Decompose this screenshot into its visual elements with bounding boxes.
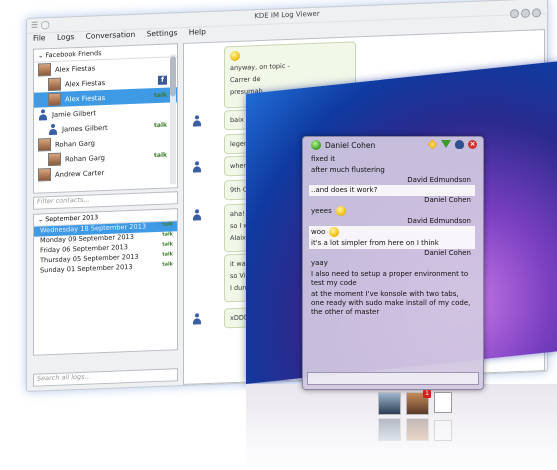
filter-contacts-input[interactable]: Filter contacts... [33,191,178,210]
message-text: ..and does it work? [311,186,378,194]
chat-message: after much flustering [309,165,475,176]
menu-logs[interactable]: Logs [57,32,74,42]
taskbar-avatar[interactable]: 1 [406,390,431,415]
message-sender: Daniel Cohen [424,196,471,204]
contact-scrollbar[interactable] [170,54,176,185]
contact-list: ⌄ Facebook Friends Alex Fiestas Alex Fies… [33,43,178,194]
gtalk-icon: talk [154,121,167,130]
message-text: woo [311,228,326,236]
chat-message: yaay [309,258,475,269]
date-list: ⌄ September 2013 Wednesday 18 September … [33,208,178,356]
facebook-icon: f [158,75,167,85]
chat-message: I also need to setup a proper environmen… [309,269,475,289]
chat-header[interactable]: Daniel Cohen × [303,137,483,153]
chat-header-buttons: × [427,139,477,150]
avatar [38,63,51,77]
message-text: yaay [311,259,328,267]
avatar [48,92,61,107]
menu-help[interactable]: Help [189,27,206,37]
taskbar-avatar[interactable] [378,392,401,415]
person-icon [49,124,57,135]
star-icon[interactable] [427,139,438,150]
gtalk-icon: talk [162,241,173,248]
contact-icon [193,115,201,126]
document-icon[interactable] [434,392,452,413]
chat-message: yeees [309,205,475,217]
gtalk-icon: talk [162,221,173,228]
contact-name: Jamie Gilbert [52,108,97,119]
message-text: anyway, on topic - [230,61,290,73]
minimize-icon[interactable] [521,8,530,18]
contact-icon [193,209,201,220]
contact-icon [193,161,201,172]
taskbar: 1 [378,390,452,415]
docker-icon[interactable] [455,140,464,149]
gtalk-icon: talk [162,231,173,238]
message-text: at the moment I've konsole with two tabs… [311,290,471,316]
chat-contact-name: Daniel Cohen [325,141,376,150]
online-status-icon [311,140,321,150]
message-sender: David Edmundson [407,176,471,184]
avatar [38,168,51,182]
contact-name: Alex Fiestas [55,63,96,74]
menu-conversation[interactable]: Conversation [86,30,136,41]
contact-name: Rohan Garg [65,153,105,164]
chat-message: it's a lot simpler from here on I think [309,238,475,249]
chat-message: fixed it [309,154,475,165]
chat-messages: fixed it after much flustering David Edmun… [309,154,475,364]
message-text: after much flustering [311,166,385,174]
close-icon[interactable] [532,8,541,18]
message-text: fixed it [311,155,336,163]
menu-file[interactable]: File [33,33,46,42]
avatar [38,138,51,152]
contact-icon [193,313,201,324]
message-text: it's a lot simpler from here on I think [311,239,439,247]
dropdown-arrow-icon[interactable] [441,140,451,148]
gtalk-icon: talk [162,251,173,258]
chat-input[interactable] [307,372,479,385]
chat-message: at the moment I've konsole with two tabs… [309,289,475,318]
help-icon[interactable] [510,9,519,19]
gtalk-icon: talk [154,151,167,160]
window-buttons [508,2,541,22]
message-text: yeees [311,207,332,215]
gtalk-icon: talk [162,261,173,268]
contact-name: Alex Fiestas [65,78,106,89]
message-text: aha! [230,209,245,219]
smiley-icon [230,50,240,62]
message-text: Carrer de [230,74,261,85]
close-icon[interactable]: × [468,140,477,149]
smiley-icon [329,227,340,237]
message-text: I also need to setup a proper environmen… [311,270,469,287]
message-sender: David Edmundson [407,217,471,225]
chat-message: ..and does it work? [309,185,475,196]
taskbar-reflection [378,418,452,441]
left-panel: ⌄ Facebook Friends Alex Fiestas Alex Fies… [33,43,178,389]
message-sender: Daniel Cohen [424,249,471,257]
contact-name: Alex Fiestas [65,93,106,104]
contact-name: Andrew Carter [55,168,105,179]
chat-message: woo [309,226,475,238]
contact-name: James Gilbert [62,123,108,134]
chat-window: Daniel Cohen × fixed it after much fluste… [302,136,484,390]
avatar [48,77,61,92]
contact-name: Rohan Garg [55,138,95,149]
smiley-icon [335,206,346,216]
gtalk-icon: talk [154,91,167,100]
person-icon [39,109,47,120]
unread-badge: 1 [423,390,431,398]
menu-settings[interactable]: Settings [147,28,178,38]
search-logs-input[interactable]: Search all logs... [33,368,178,387]
avatar [48,152,61,167]
